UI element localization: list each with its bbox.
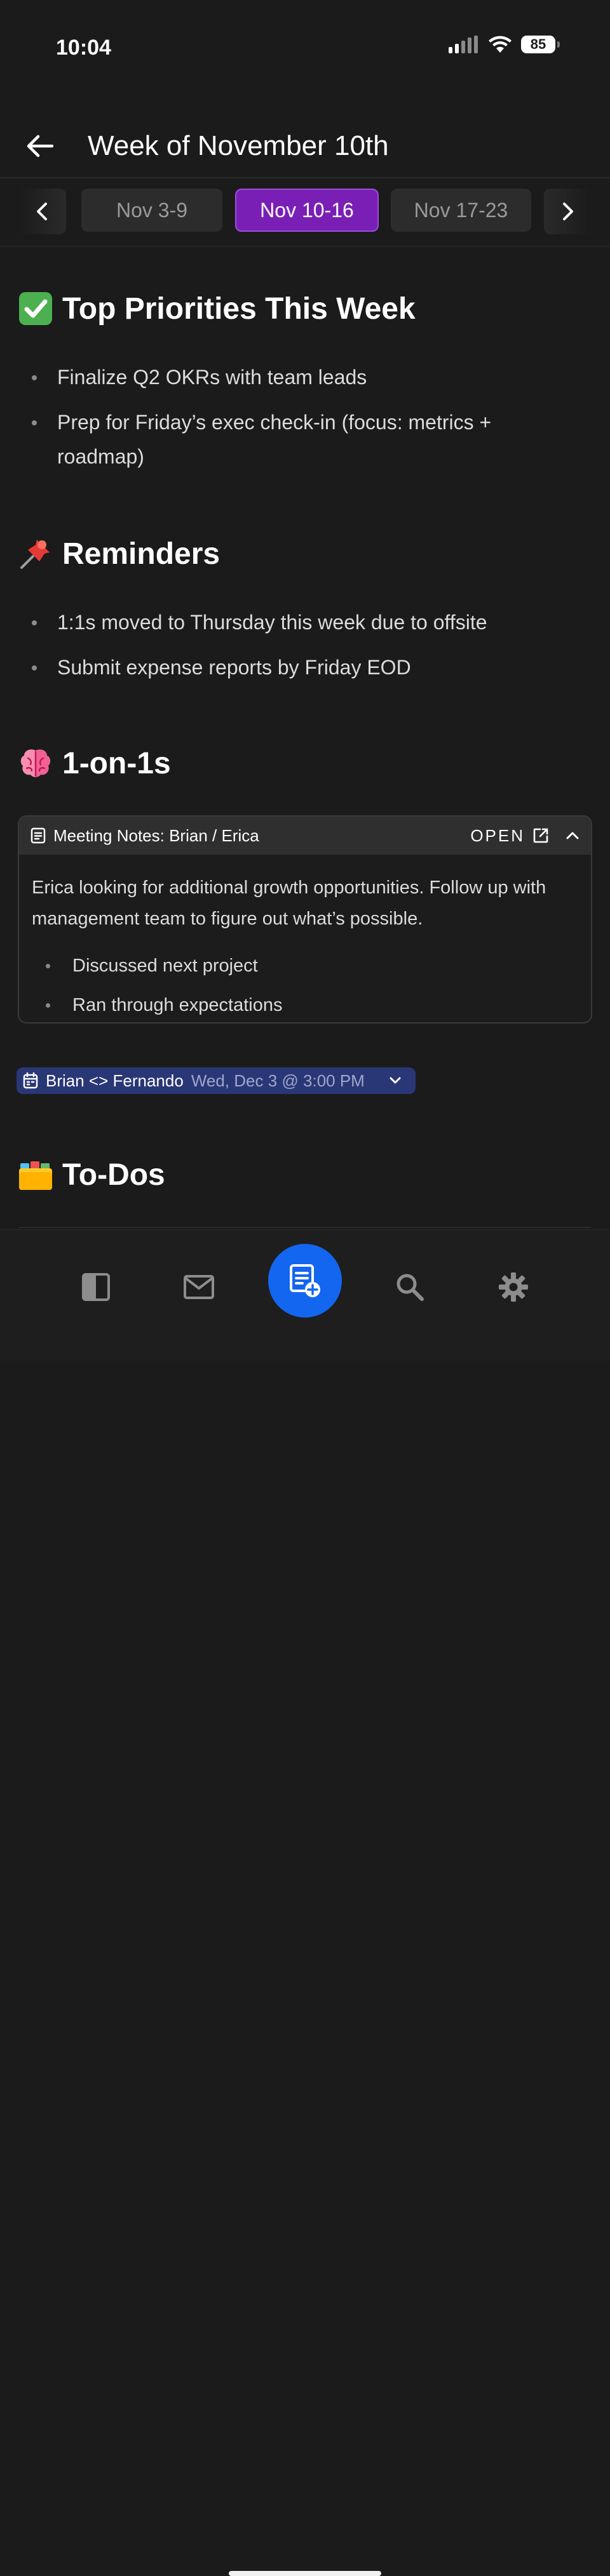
meeting-notes-text: Erica looking for additional growth oppo… bbox=[32, 878, 546, 929]
battery-indicator: 85 bbox=[521, 36, 560, 53]
home-indicator bbox=[229, 2571, 381, 2576]
calendar-event-datetime: Wed, Dec 3 @ 3:00 PM bbox=[191, 1071, 365, 1090]
meeting-notes-title: Meeting Notes: Brian / Erica bbox=[53, 825, 259, 845]
week-selector-divider bbox=[0, 246, 610, 247]
section-heading-1-on-1s: 1-on-1s bbox=[18, 745, 171, 781]
chevron-down-icon bbox=[390, 1077, 401, 1084]
section-heading-priorities: Top Priorities This Week bbox=[18, 291, 416, 326]
list-item: Discussed next project bbox=[32, 946, 578, 985]
chevron-right-icon bbox=[563, 203, 573, 220]
list-item: Submit expense reports by Friday EOD bbox=[0, 650, 610, 684]
nav-mail-button[interactable] bbox=[173, 1262, 224, 1312]
open-label: OPEN bbox=[470, 825, 525, 845]
sidebar-icon bbox=[82, 1273, 110, 1301]
document-icon bbox=[30, 827, 46, 844]
wifi-icon bbox=[489, 36, 512, 53]
previous-week-button[interactable] bbox=[18, 189, 66, 234]
cellular-signal-icon bbox=[449, 36, 478, 53]
list-item: Ran through expectations bbox=[32, 985, 578, 1022]
search-icon bbox=[396, 1274, 424, 1301]
page-title: Week of November 10th bbox=[88, 130, 389, 161]
section-title: To-Dos bbox=[62, 1158, 165, 1192]
check-mark-icon bbox=[19, 292, 52, 325]
chevron-left-icon bbox=[37, 203, 47, 220]
bottom-navigation bbox=[0, 1229, 610, 2576]
status-icons: 85 bbox=[449, 36, 560, 53]
battery-level: 85 bbox=[530, 36, 546, 52]
meeting-notes-list: Discussed next project Ran through expec… bbox=[32, 946, 578, 1022]
section-title: 1-on-1s bbox=[62, 746, 171, 780]
mail-icon bbox=[184, 1275, 214, 1299]
chevron-up-icon[interactable] bbox=[566, 831, 580, 840]
nav-settings-button[interactable] bbox=[488, 1262, 539, 1312]
status-bar: 10:04 85 bbox=[0, 0, 610, 95]
new-note-icon bbox=[290, 1264, 320, 1297]
week-tab-nov-17-23[interactable]: Nov 17-23 bbox=[391, 189, 531, 232]
calendar-event-chip[interactable]: Brian <> Fernando Wed, Dec 3 @ 3:00 PM bbox=[17, 1067, 416, 1094]
list-item: 1:1s moved to Thursday this week due to … bbox=[0, 605, 610, 639]
card-index-dividers-icon bbox=[19, 1161, 52, 1190]
priorities-list: Finalize Q2 OKRs with team leads Prep fo… bbox=[0, 360, 610, 484]
section-title: Reminders bbox=[62, 537, 220, 571]
arrow-left-icon bbox=[27, 135, 53, 157]
reminders-list: 1:1s moved to Thursday this week due to … bbox=[0, 605, 610, 695]
section-heading-todos: To-Dos bbox=[18, 1157, 165, 1192]
nav-sidebar-button[interactable] bbox=[71, 1262, 121, 1312]
pushpin-icon bbox=[20, 540, 50, 569]
meeting-notes-header: Meeting Notes: Brian / Erica OPEN bbox=[19, 817, 591, 855]
header: Week of November 10th bbox=[0, 114, 610, 178]
gear-icon bbox=[499, 1272, 528, 1302]
list-item: Prep for Friday’s exec check-in (focus: … bbox=[0, 405, 610, 474]
meeting-notes-body: Erica looking for additional growth oppo… bbox=[19, 855, 591, 1022]
next-week-button[interactable] bbox=[544, 189, 592, 234]
open-button[interactable]: OPEN bbox=[470, 826, 549, 846]
content-divider bbox=[19, 1227, 591, 1228]
section-title: Top Priorities This Week bbox=[62, 291, 416, 326]
week-tab-nov-3-9[interactable]: Nov 3-9 bbox=[81, 189, 222, 232]
external-link-icon bbox=[533, 828, 548, 843]
status-time: 10:04 bbox=[56, 36, 111, 60]
calendar-icon bbox=[23, 1072, 38, 1089]
nav-search-button[interactable] bbox=[384, 1262, 435, 1312]
back-button[interactable] bbox=[19, 125, 61, 167]
list-item: Finalize Q2 OKRs with team leads bbox=[0, 360, 610, 394]
week-selector: Nov 3-9 Nov 10-16 Nov 17-23 bbox=[0, 178, 610, 247]
brain-icon bbox=[20, 749, 51, 777]
meeting-notes-card[interactable]: Meeting Notes: Brian / Erica OPEN Erica … bbox=[18, 815, 592, 1024]
week-tab-nov-10-16[interactable]: Nov 10-16 bbox=[235, 189, 379, 232]
new-note-button[interactable] bbox=[268, 1244, 342, 1318]
section-heading-reminders: Reminders bbox=[18, 536, 220, 571]
calendar-event-name: Brian <> Fernando bbox=[46, 1071, 184, 1090]
